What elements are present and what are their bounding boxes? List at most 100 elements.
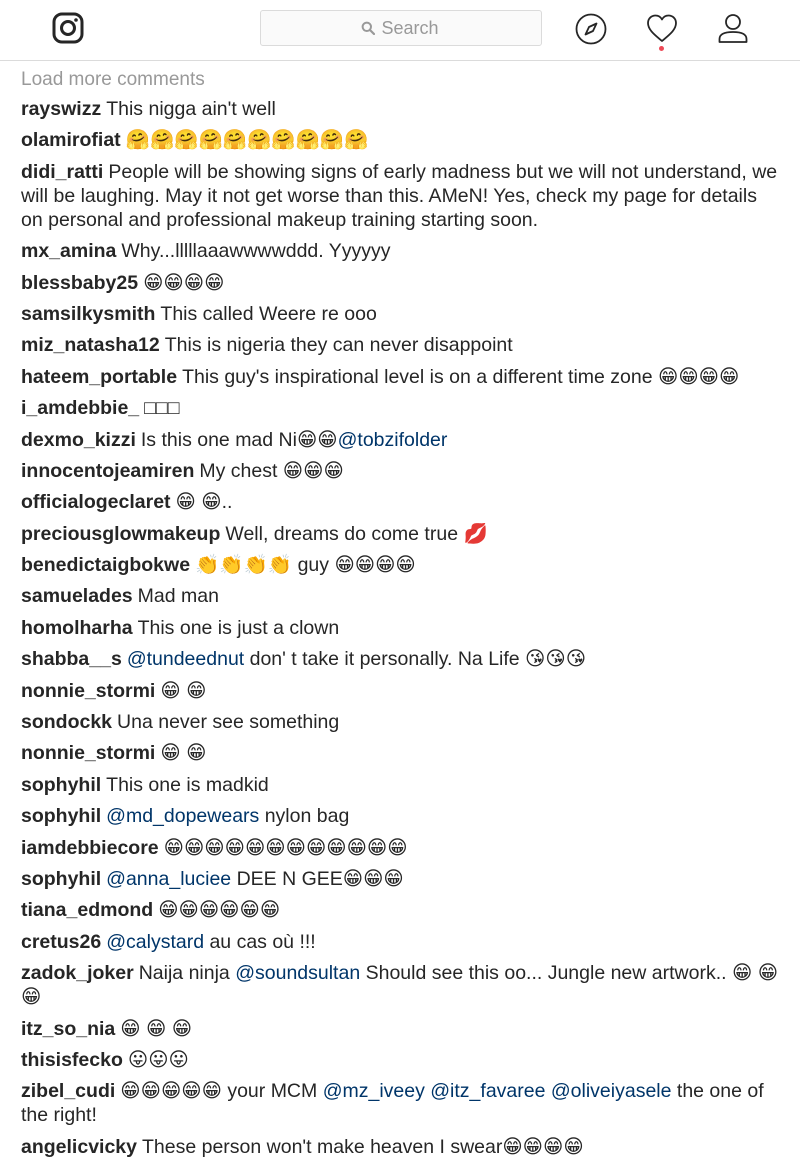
mention-link[interactable]: @anna_luciee [106,868,231,890]
comment-item: shabba__s @tundeednut don' t take it pers… [21,647,781,671]
mention-link[interactable]: @oliveiyasele [551,1080,672,1102]
comment-username[interactable]: angelicvicky [21,1136,137,1158]
comment-item: nonnie_stormi 😁 😁 [21,741,781,765]
comment-text: Should see this oo... Jungle new artwork… [21,962,779,1009]
comment-text: 😁 😁 😁 [120,1017,193,1040]
comment-item: homolharha This one is just a clown [21,616,781,640]
comment-text: Una never see something [117,711,340,734]
comment-item: rayswizz This nigga ain't well [21,97,781,121]
search-icon [361,21,375,35]
comment-item: tiana_edmond 😁😁😁😁😁😁 [21,898,781,922]
mention-link[interactable]: @tobzifolder [338,429,448,451]
comment-item: sophyhil @anna_luciee DEE N GEE😁😁😁 [21,867,781,891]
comment-username[interactable]: i_amdebbie_ [21,397,139,419]
comment-text: 🤗🤗🤗🤗🤗🤗🤗🤗🤗🤗 [125,129,369,152]
comment-item: didi_ratti People will be showing signs o… [21,160,781,232]
comment-item: sondockk Una never see something [21,710,781,734]
comment-username[interactable]: iamdebbiecore [21,837,159,859]
comment-text: People will be showing signs of early ma… [21,160,778,231]
comment-text: 👏👏👏👏 guy 😁😁😁😁 [195,554,416,577]
mention-link[interactable]: @mz_iveey [323,1080,425,1102]
comment-item: mx_amina Why...lllllaaawwwwddd. Yyyyyy [21,239,781,263]
comment-username[interactable]: nonnie_stormi [21,680,155,702]
comment-username[interactable]: dexmo_kizzi [21,429,136,451]
comment-text: 😁😁😁😁 [143,271,225,294]
mention-link[interactable]: @calystard [106,931,204,953]
comment-text: This called Weere re ooo [160,302,377,325]
comment-item: olamirofiat 🤗🤗🤗🤗🤗🤗🤗🤗🤗🤗 [21,128,781,152]
mention-link[interactable]: @itz_favaree [430,1080,545,1102]
compass-icon[interactable] [574,12,608,46]
mention-link[interactable]: @soundsultan [235,962,360,984]
comment-item: i_amdebbie_ □□□ [21,396,781,420]
comment-username[interactable]: sophyhil [21,774,101,796]
comment-item: benedictaigbokwe 👏👏👏👏 guy 😁😁😁😁 [21,553,781,577]
comment-username[interactable]: preciousglowmakeup [21,523,220,545]
comment-text: This one is just a clown [137,616,340,639]
comment-username[interactable]: blessbaby25 [21,272,138,294]
comment-text: don' t take it personally. Na Life 😘😘😘 [244,648,587,671]
comment-text: □□□ [144,397,180,420]
comment-text: This one is madkid [106,773,269,796]
comment-text: Is this one mad Ni😁😁 [140,428,338,451]
search-input[interactable] [381,17,442,39]
comment-username[interactable]: didi_ratti [21,161,103,183]
comments-section: Load more comments rayswizz This nigga ai… [21,64,781,1166]
comment-text: Mad man [137,585,219,608]
comment-text: 😁😁😁😁😁 your MCM [120,1080,323,1103]
comment-username[interactable]: cretus26 [21,931,101,953]
notification-dot [659,46,664,51]
comment-username[interactable]: itz_so_nia [21,1018,115,1040]
comment-text: 😁😁😁😁😁😁 [158,899,281,922]
comment-item: itz_so_nia 😁 😁 😁 [21,1017,781,1041]
comment-username[interactable]: thisisfecko [21,1049,123,1071]
mention-link[interactable]: @md_dopewears [106,805,259,827]
comment-item: angelicvicky These person won't make heav… [21,1135,781,1159]
comment-username[interactable]: hateem_portable [21,366,177,388]
comment-item: nonnie_stormi 😁 😁 [21,679,781,703]
mention-link[interactable]: @tundeednut [127,648,244,670]
comment-item: iamdebbiecore 😁😁😁😁😁😁😁😁😁😁😁😁 [21,836,781,860]
top-nav-bar [0,0,800,61]
comment-username[interactable]: samuelades [21,585,133,607]
comment-username[interactable]: shabba__s [21,648,122,670]
comment-username[interactable]: zadok_joker [21,962,134,984]
comment-item: innocentojeamiren My chest 😁😁😁 [21,459,781,483]
comment-username[interactable]: miz_natasha12 [21,334,160,356]
load-more-comments-link[interactable]: Load more comments [21,64,781,95]
comment-username[interactable]: innocentojeamiren [21,460,194,482]
comment-username[interactable]: sondockk [21,711,112,733]
comment-item: zibel_cudi 😁😁😁😁😁 your MCM @mz_iveey @itz_… [21,1079,781,1127]
comment-username[interactable]: mx_amina [21,240,116,262]
comment-item: officialogeclaret 😁 😁.. [21,490,781,514]
search-box[interactable] [260,10,542,46]
comment-username[interactable]: nonnie_stormi [21,742,155,764]
comment-username[interactable]: officialogeclaret [21,491,171,513]
instagram-logo-icon[interactable] [52,12,84,44]
comment-item: hateem_portable This guy's inspirational … [21,365,781,389]
comment-list: rayswizz This nigga ain't well olamirofiat… [21,97,781,1159]
comment-text: These person won't make heaven I swear😁😁… [142,1135,584,1158]
comment-text: nylon bag [259,805,350,828]
comment-username[interactable]: sophyhil [21,868,101,890]
comment-username[interactable]: benedictaigbokwe [21,554,190,576]
comment-text: 😁😁😁😁😁😁😁😁😁😁😁😁 [163,836,408,859]
comment-item: sophyhil This one is madkid [21,773,781,797]
comment-text: 😁 😁 [160,679,207,702]
comment-text: This nigga ain't well [106,98,276,120]
comment-username[interactable]: homolharha [21,617,133,639]
profile-icon[interactable] [716,12,750,46]
comment-item: miz_natasha12 This is nigeria they can ne… [21,333,781,357]
comment-username[interactable]: tiana_edmond [21,899,153,921]
comment-username[interactable]: rayswizz [21,98,101,120]
comment-text: Well, dreams do come true 💋 [225,522,488,545]
comment-item: preciousglowmakeup Well, dreams do come t… [21,522,781,546]
comment-username[interactable]: sophyhil [21,805,101,827]
comment-username[interactable]: zibel_cudi [21,1080,115,1102]
heart-icon[interactable] [645,12,679,46]
comment-username[interactable]: samsilkysmith [21,303,155,325]
comment-username[interactable]: olamirofiat [21,129,121,151]
comment-item: blessbaby25 😁😁😁😁 [21,271,781,295]
comment-text: This is nigeria they can never disappoin… [164,334,513,357]
comment-item: thisisfecko 😛😛😛 [21,1048,781,1072]
